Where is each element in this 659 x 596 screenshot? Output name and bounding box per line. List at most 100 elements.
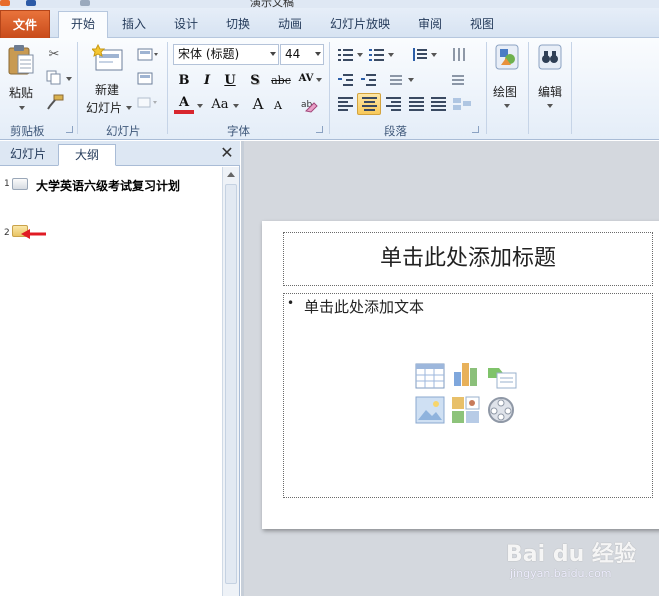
align-text-icon[interactable] — [452, 73, 467, 86]
save-icon[interactable] — [26, 0, 36, 6]
align-left-icon[interactable] — [338, 97, 353, 111]
find-binoculars-icon — [538, 44, 562, 70]
drawing-button[interactable]: 绘图 — [491, 42, 523, 112]
font-color-button[interactable]: A — [174, 95, 194, 114]
chevron-down-icon[interactable] — [408, 78, 414, 82]
chevron-down-icon[interactable] — [66, 77, 72, 81]
slide-canvas[interactable]: 单击此处添加标题 • 单击此处添加文本 — [262, 221, 659, 529]
chevron-down-icon[interactable] — [388, 53, 394, 57]
grow-font-button[interactable]: A — [248, 94, 268, 114]
columns-icon[interactable] — [452, 48, 467, 61]
smartart-icon[interactable] — [452, 97, 474, 111]
chevron-down-icon — [504, 104, 510, 108]
chevron-down-icon[interactable] — [233, 104, 239, 108]
align-right-icon[interactable] — [386, 97, 401, 111]
chevron-down-icon — [547, 104, 553, 108]
outline-item-number: 1 — [4, 179, 10, 189]
insert-table-icon[interactable] — [415, 362, 445, 390]
chevron-down-icon[interactable] — [357, 53, 363, 57]
cut-icon[interactable]: ✂ — [46, 46, 62, 62]
clear-format-icon[interactable]: ab — [300, 96, 318, 114]
tab-view[interactable]: 视图 — [460, 12, 504, 38]
new-slide-icon — [92, 44, 123, 71]
tab-insert[interactable]: 插入 — [112, 12, 156, 38]
tab-design[interactable]: 设计 — [164, 12, 208, 38]
slide-editing-area: 单击此处添加标题 • 单击此处添加文本 — [241, 141, 659, 596]
chevron-down-icon — [19, 106, 25, 110]
divider — [329, 42, 330, 134]
slide-icon[interactable] — [12, 178, 28, 190]
title-placeholder[interactable]: 单击此处添加标题 — [283, 232, 653, 286]
reset-icon[interactable] — [137, 72, 153, 86]
undo-icon[interactable] — [80, 0, 90, 6]
tab-transitions[interactable]: 切换 — [216, 12, 260, 38]
paste-button[interactable]: 粘贴 — [4, 42, 38, 112]
align-center-button[interactable] — [357, 93, 381, 115]
insert-chart-icon[interactable] — [451, 360, 481, 388]
line-spacing-icon[interactable] — [412, 48, 427, 61]
watermark-logo: Bai du 经验 — [506, 542, 636, 567]
insert-smartart-icon[interactable] — [487, 362, 517, 390]
distributed-icon[interactable] — [431, 97, 446, 111]
outline-item-title[interactable]: 大学英语六级考试复习计划 — [36, 177, 180, 194]
insert-picture-icon[interactable] — [415, 396, 445, 424]
scroll-thumb[interactable] — [225, 184, 237, 584]
paste-icon — [8, 45, 34, 75]
char-spacing-button[interactable]: AV — [296, 69, 316, 89]
underline-button[interactable]: U — [220, 71, 240, 91]
chevron-down-icon — [315, 52, 321, 56]
bold-button[interactable]: B — [174, 71, 194, 91]
dialog-launcher-icon[interactable] — [316, 126, 323, 133]
font-size-combo[interactable]: 44 — [280, 44, 324, 65]
editing-button[interactable]: 编辑 — [533, 42, 567, 112]
tab-slideshow[interactable]: 幻灯片放映 — [322, 12, 398, 38]
pane-tabs: 幻灯片 大纲 ✕ — [0, 141, 240, 166]
justify-icon[interactable] — [409, 97, 424, 111]
copy-icon[interactable] — [46, 70, 62, 86]
divider — [486, 42, 487, 134]
scroll-up-icon[interactable] — [227, 172, 235, 177]
numbering-icon[interactable] — [369, 48, 384, 61]
decrease-indent-icon[interactable] — [338, 73, 353, 86]
divider — [77, 42, 78, 134]
strikethrough-button[interactable]: abc — [268, 71, 294, 91]
change-case-button[interactable]: Aa — [208, 95, 232, 115]
chevron-down-icon[interactable] — [431, 53, 437, 57]
tab-slides-panel[interactable]: 幻灯片 — [2, 144, 54, 166]
content-placeholder[interactable]: • 单击此处添加文本 — [283, 293, 653, 498]
shrink-font-button[interactable]: A — [268, 96, 288, 116]
new-slide-label-1: 新建 — [95, 83, 120, 97]
section-icon[interactable] — [137, 96, 159, 110]
paste-label: 粘贴 — [9, 86, 34, 100]
shadow-button[interactable]: S — [245, 71, 265, 91]
tab-animations[interactable]: 动画 — [268, 12, 312, 38]
drawing-label: 绘图 — [493, 85, 518, 99]
tab-home[interactable]: 开始 — [58, 11, 108, 39]
dialog-launcher-icon[interactable] — [472, 126, 479, 133]
font-size-value: 44 — [285, 47, 301, 61]
tab-outline-panel[interactable]: 大纲 — [58, 144, 116, 166]
chevron-down-icon[interactable] — [197, 104, 203, 108]
quick-access-icon[interactable] — [0, 0, 10, 6]
outline-item-number: 2 — [4, 228, 10, 238]
insert-clipart-icon[interactable] — [451, 396, 481, 424]
outline-scrollbar[interactable] — [222, 167, 239, 596]
format-painter-icon[interactable] — [46, 94, 64, 110]
divider — [528, 42, 529, 134]
tab-review[interactable]: 审阅 — [408, 12, 452, 38]
slides-group-label: 幻灯片 — [106, 124, 141, 138]
italic-button[interactable]: I — [197, 71, 217, 91]
insert-media-icon[interactable] — [487, 396, 517, 424]
new-slide-button[interactable]: 新建 幻灯片 — [84, 42, 132, 116]
layout-icon[interactable] — [137, 48, 159, 62]
content-placeholder-text: 单击此处添加文本 — [304, 298, 425, 316]
increase-indent-icon[interactable] — [361, 73, 376, 86]
tab-file[interactable]: 文件 — [0, 10, 50, 38]
bullets-icon[interactable] — [338, 48, 353, 61]
text-direction-icon[interactable] — [390, 73, 405, 86]
font-name-combo[interactable]: 宋体 (标题) — [173, 44, 279, 65]
dialog-launcher-icon[interactable] — [66, 126, 73, 133]
close-icon[interactable]: ✕ — [219, 145, 235, 161]
chevron-down-icon[interactable] — [316, 78, 322, 82]
shapes-icon — [495, 44, 519, 70]
